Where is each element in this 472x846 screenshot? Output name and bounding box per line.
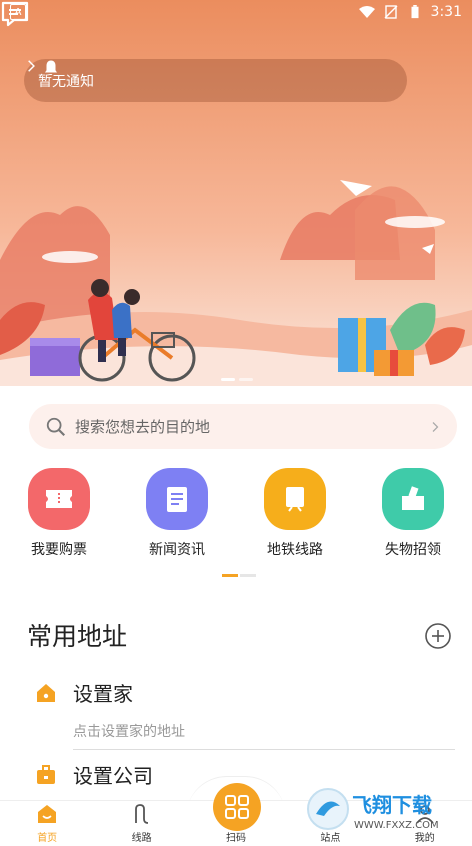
add-address-icon[interactable] xyxy=(424,622,452,650)
watermark-text: 飞翔下载 xyxy=(352,793,432,817)
banner-dot xyxy=(221,378,235,381)
chevron-right-icon xyxy=(28,60,35,72)
hero-illustration xyxy=(0,180,472,386)
shortcut-grid: 我要购票 新闻资讯 地铁线路 失物招领 xyxy=(0,468,472,559)
no-sim-icon xyxy=(384,5,398,19)
ticket-icon xyxy=(28,468,90,530)
banner-dot xyxy=(239,378,253,381)
tab-home[interactable]: 首页 xyxy=(0,801,94,846)
address-hint: 点击设置家的地址 xyxy=(73,724,185,740)
watermark-logo: 飞翔下载 WWW.FXXZ.COM xyxy=(307,788,439,831)
shortcut-pager xyxy=(222,574,256,577)
chevron-right-icon xyxy=(432,421,439,432)
status-bar: A 3:31 xyxy=(0,0,472,24)
address-name: 设置公司 xyxy=(73,764,153,788)
shortcut-label: 失物招领 xyxy=(385,542,441,558)
shortcut-buy-ticket[interactable]: 我要购票 xyxy=(0,468,118,559)
briefcase-icon xyxy=(37,764,55,784)
shortcut-label: 我要购票 xyxy=(31,542,87,558)
shortcut-label: 地铁线路 xyxy=(267,542,323,558)
search-bar[interactable]: 搜索您想去的目的地 xyxy=(29,404,457,449)
pager-dot xyxy=(240,574,256,577)
banner-indicator xyxy=(221,378,253,381)
divider xyxy=(73,749,455,750)
tab-route[interactable]: 线路 xyxy=(94,801,188,846)
home-icon xyxy=(37,683,55,702)
section-title: 常用地址 xyxy=(27,622,128,651)
notification-bar[interactable]: 暂无通知 xyxy=(24,59,407,102)
lost-found-icon xyxy=(382,468,444,530)
address-item-home[interactable]: 设置家 点击设置家的地址 xyxy=(35,678,455,750)
clock: 3:31 xyxy=(430,4,462,20)
search-placeholder: 搜索您想去的目的地 xyxy=(75,418,211,436)
bell-icon xyxy=(45,60,57,76)
search-icon xyxy=(46,417,66,436)
address-name: 设置家 xyxy=(73,682,133,706)
battery-icon xyxy=(411,5,419,19)
qr-scan-icon xyxy=(225,795,249,819)
metro-icon xyxy=(264,468,326,530)
shortcut-label: 新闻资讯 xyxy=(149,542,205,558)
shortcut-metro-lines[interactable]: 地铁线路 xyxy=(236,468,354,559)
wifi-icon xyxy=(358,6,375,18)
watermark-url: WWW.FXXZ.COM xyxy=(354,820,439,831)
hero-banner[interactable]: 暂无通知 xyxy=(0,0,472,386)
shortcut-lost-found[interactable]: 失物招领 xyxy=(354,468,472,559)
tab-label: 扫码 xyxy=(225,833,246,844)
scan-button[interactable] xyxy=(213,783,261,831)
route-icon xyxy=(134,804,148,824)
news-icon xyxy=(146,468,208,530)
tab-label: 线路 xyxy=(131,833,152,844)
app-notification-badge: A xyxy=(10,4,26,20)
shortcut-news[interactable]: 新闻资讯 xyxy=(118,468,236,559)
tab-label: 首页 xyxy=(37,833,58,844)
home-tab-icon xyxy=(38,805,57,823)
pager-dot xyxy=(222,574,238,577)
